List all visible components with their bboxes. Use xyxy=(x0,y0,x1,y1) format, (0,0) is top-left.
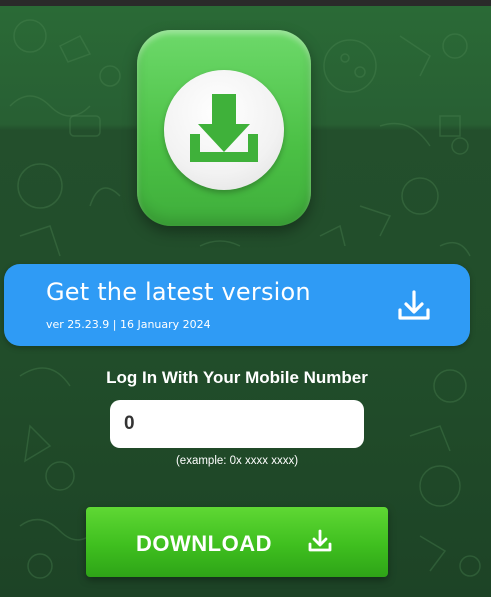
download-icon xyxy=(306,527,334,555)
download-icon xyxy=(164,70,284,190)
phone-example-hint: (example: 0x xxxx xxxx) xyxy=(175,455,299,467)
latest-version-banner[interactable]: Get the latest version ver 25.23.9 | 16 … xyxy=(4,264,470,346)
app-download-icon xyxy=(137,30,311,226)
login-heading: Log In With Your Mobile Number xyxy=(106,368,368,387)
mobile-number-input[interactable] xyxy=(110,400,364,448)
download-icon[interactable] xyxy=(394,286,434,326)
version-info: ver 25.23.9 | 16 January 2024 xyxy=(46,318,211,331)
download-button[interactable]: DOWNLOAD xyxy=(86,507,388,577)
latest-version-title: Get the latest version xyxy=(46,278,311,306)
download-button-label: DOWNLOAD xyxy=(136,531,272,556)
